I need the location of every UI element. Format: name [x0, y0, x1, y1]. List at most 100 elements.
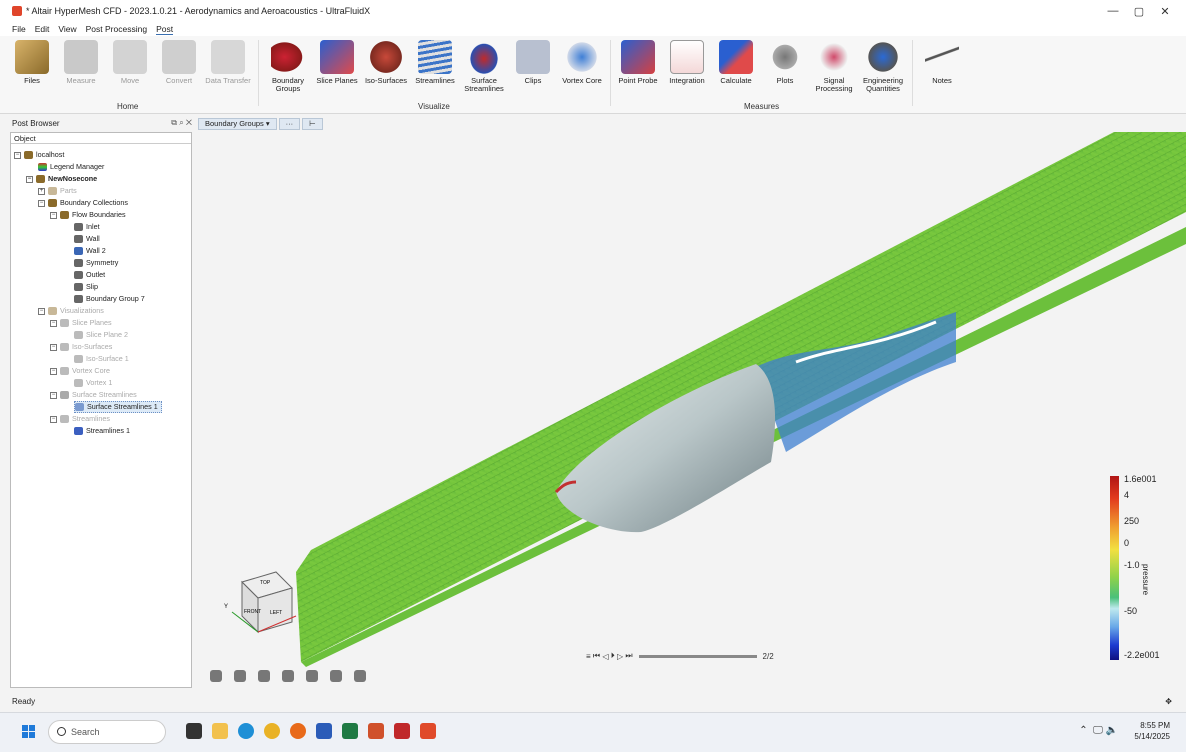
- solidworks-icon[interactable]: [394, 723, 410, 739]
- menu-view[interactable]: View: [58, 24, 76, 34]
- last-frame-icon[interactable]: ⏭: [623, 651, 632, 661]
- 3d-viewport[interactable]: TOP FRONT LEFT Y: [196, 132, 1186, 694]
- taskbar-search[interactable]: Search: [48, 720, 166, 744]
- minimize-button[interactable]: —: [1100, 0, 1126, 22]
- step-forward-icon[interactable]: ▷: [615, 652, 623, 661]
- eye-icon: [74, 271, 83, 279]
- box-view-icon[interactable]: [258, 670, 270, 682]
- engineering-quantities-button[interactable]: Engineering Quantities: [859, 40, 907, 93]
- tree-node-slice-planes[interactable]: − Slice Planes: [50, 317, 112, 329]
- axes-icon[interactable]: [282, 670, 294, 682]
- tree-node-boundary-group-7[interactable]: Boundary Group 7: [74, 293, 145, 305]
- task-view-icon[interactable]: [186, 723, 202, 739]
- legend-tick-max: 1.6e001: [1124, 474, 1157, 484]
- move-button[interactable]: Move: [106, 40, 154, 85]
- tree-node-outlet[interactable]: Outlet: [74, 269, 105, 281]
- eye-icon: [75, 403, 84, 411]
- file-explorer-icon[interactable]: [212, 723, 228, 739]
- settings-icon[interactable]: ✥: [1165, 694, 1172, 710]
- point-probe-button[interactable]: Point Probe: [614, 40, 662, 85]
- tree-node-flow-boundaries[interactable]: − Flow Boundaries: [50, 209, 126, 221]
- camera-icon[interactable]: [210, 670, 222, 682]
- tree-node-streamlines[interactable]: − Streamlines: [50, 413, 110, 425]
- timeline-slider[interactable]: [638, 654, 757, 658]
- firefox-icon[interactable]: [290, 723, 306, 739]
- powerpoint-icon[interactable]: [368, 723, 384, 739]
- menu-post-processing[interactable]: Post Processing: [86, 24, 147, 34]
- menu-post[interactable]: Post: [156, 24, 174, 35]
- tree-node-parts[interactable]: + Parts: [38, 185, 77, 197]
- boundary-groups-button[interactable]: Boundary Groups: [264, 40, 312, 93]
- zoom-icon[interactable]: [330, 670, 342, 682]
- close-button[interactable]: ✕: [1152, 0, 1178, 22]
- rotate-icon[interactable]: [234, 670, 246, 682]
- post-browser-title: Post Browser: [12, 118, 60, 128]
- vortex-core-button[interactable]: Vortex Core: [558, 40, 606, 85]
- tree-node-wall[interactable]: Wall: [74, 233, 100, 245]
- clips-button[interactable]: Clips: [509, 40, 557, 85]
- pressure-legend[interactable]: 1.6e001 4 250 0 -1.0 -50 -2.2e001 pressu…: [1110, 474, 1170, 662]
- measure-button[interactable]: Measure: [57, 40, 105, 85]
- tree-node-visualizations[interactable]: − Visualizations: [38, 305, 104, 317]
- clock[interactable]: 8:55 PM 5/14/2025: [1134, 720, 1170, 742]
- pan-icon[interactable]: [306, 670, 318, 682]
- legend-tick: -1.0: [1124, 560, 1140, 570]
- iso-surfaces-button[interactable]: Iso-Surfaces: [362, 40, 410, 85]
- tree-node-localhost[interactable]: − localhost: [14, 149, 64, 161]
- chrome-icon[interactable]: [264, 723, 280, 739]
- system-tray[interactable]: ⌃ 🖵 🔈: [1079, 725, 1118, 736]
- tree-node-newnosecone[interactable]: − NewNosecone: [26, 173, 97, 185]
- data-transfer-button[interactable]: Data Transfer: [204, 40, 252, 85]
- clock-time: 8:55 PM: [1140, 721, 1170, 730]
- ribbon: Files Measure Move Convert Data Transfer…: [0, 36, 1186, 114]
- iso-surface-icon: [60, 343, 69, 351]
- excel-icon[interactable]: [342, 723, 358, 739]
- collapse-button[interactable]: ⊢: [302, 118, 323, 130]
- legend-tick: 4: [1124, 490, 1130, 500]
- integration-button[interactable]: Integration: [663, 40, 711, 85]
- plots-button[interactable]: Plots: [761, 40, 809, 85]
- taskbar-apps: [186, 723, 446, 739]
- streamlines-icon: [418, 40, 452, 74]
- convert-button[interactable]: Convert: [155, 40, 203, 85]
- hypermesh-icon[interactable]: [420, 723, 436, 739]
- signal-processing-button[interactable]: Signal Processing: [810, 40, 858, 93]
- post-browser: Post Browser ⧉ ⌕ ✕ Object − localhost Leg…: [10, 116, 194, 690]
- calculate-button[interactable]: Calculate: [712, 40, 760, 85]
- tree-node-streamlines-1[interactable]: Streamlines 1: [74, 425, 130, 437]
- tree-node-iso-surfaces[interactable]: − Iso-Surfaces: [50, 341, 112, 353]
- tree-node-vortex-core[interactable]: − Vortex Core: [50, 365, 110, 377]
- tree-node-wall-2[interactable]: Wall 2: [74, 245, 106, 257]
- view-cube[interactable]: TOP FRONT LEFT Y: [224, 571, 297, 634]
- step-back-icon[interactable]: ◁: [600, 652, 608, 661]
- menu-bar: File Edit View Post Processing Post: [0, 22, 1186, 36]
- fit-view-icon[interactable]: [354, 670, 366, 682]
- legend-tick: -50: [1124, 606, 1138, 616]
- maximize-button[interactable]: ▢: [1126, 0, 1152, 22]
- tree-node-inlet[interactable]: Inlet: [74, 221, 100, 233]
- slice-planes-button[interactable]: Slice Planes: [313, 40, 361, 85]
- first-frame-icon[interactable]: ⏮: [591, 651, 600, 661]
- tree-node-surface-streamlines-1[interactable]: Surface Streamlines 1: [74, 401, 162, 413]
- browser-tools[interactable]: ⧉ ⌕ ✕: [171, 118, 192, 128]
- menu-edit[interactable]: Edit: [35, 24, 50, 34]
- word-icon[interactable]: [316, 723, 332, 739]
- files-button[interactable]: Files: [8, 40, 56, 85]
- windows-start-icon[interactable]: [22, 725, 36, 739]
- streamlines-button[interactable]: Streamlines: [411, 40, 459, 85]
- tree-node-boundary-collections[interactable]: − Boundary Collections: [38, 197, 128, 209]
- tree-node-symmetry[interactable]: Symmetry: [74, 257, 118, 269]
- tree-node-vortex-1[interactable]: Vortex 1: [74, 377, 112, 389]
- tree-node-legend-manager[interactable]: Legend Manager: [38, 161, 104, 173]
- more-options-button[interactable]: ···: [278, 118, 301, 130]
- notes-button[interactable]: Notes: [918, 40, 966, 85]
- tree-node-slice-plane-2[interactable]: Slice Plane 2: [74, 329, 128, 341]
- boundary-groups-tab[interactable]: Boundary Groups ▾: [198, 118, 277, 130]
- menu-file[interactable]: File: [12, 24, 26, 34]
- tree-node-surface-streamlines[interactable]: − Surface Streamlines: [50, 389, 137, 401]
- object-tree[interactable]: Object − localhost Legend Manager − NewNos…: [10, 132, 192, 688]
- tree-node-iso-surface-1[interactable]: Iso-Surface 1: [74, 353, 129, 365]
- surface-streamlines-button[interactable]: Surface Streamlines: [460, 40, 508, 93]
- edge-icon[interactable]: [238, 723, 254, 739]
- tree-node-slip[interactable]: Slip: [74, 281, 98, 293]
